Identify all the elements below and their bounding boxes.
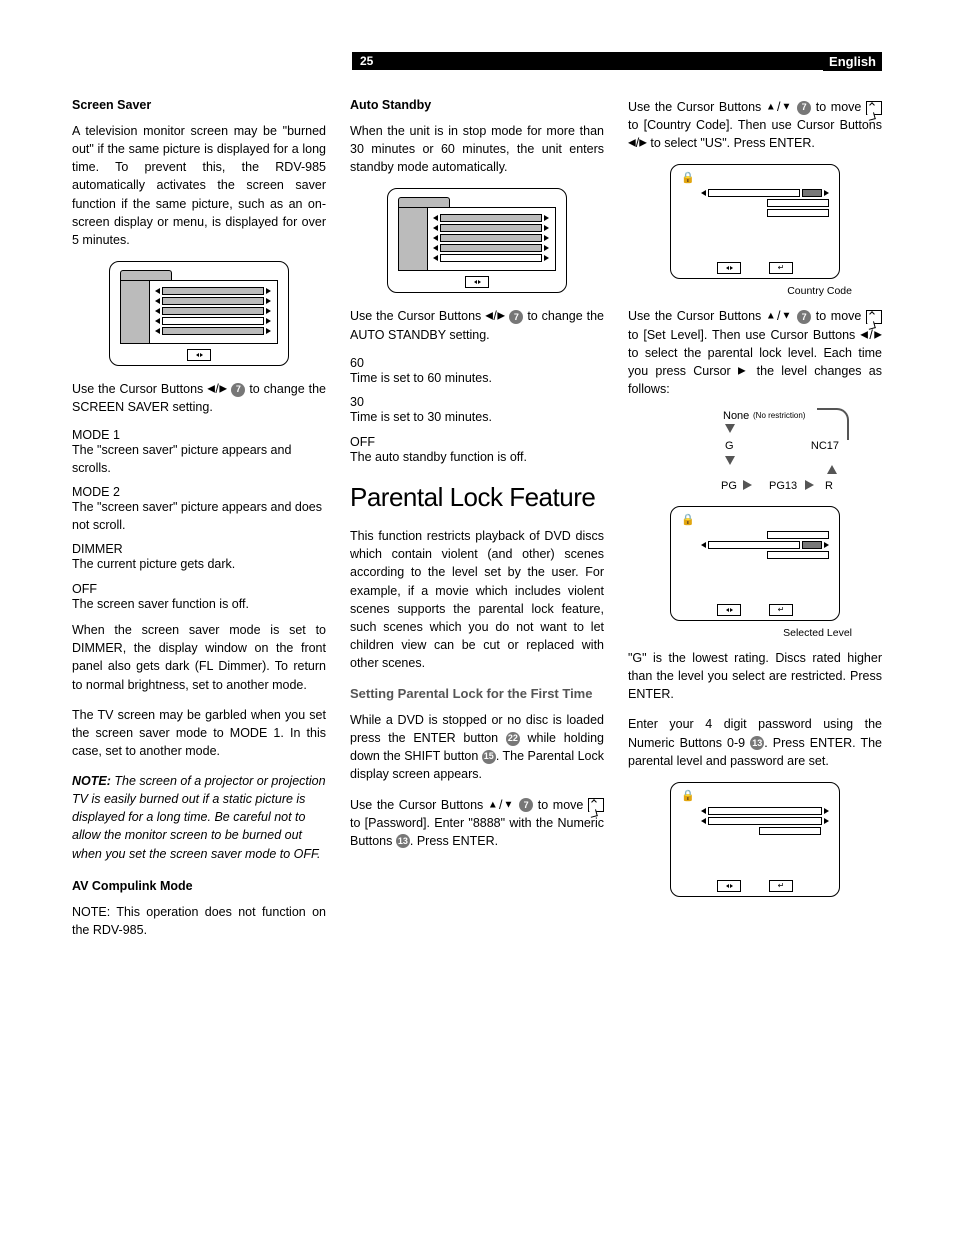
- auto-standby-cursor-instr: Use the Cursor Buttons ◀/▶ 7 to change t…: [350, 307, 604, 343]
- mode1-desc: The "screen saver" picture appears and s…: [72, 442, 326, 477]
- password-illustration: 🔒 ↵: [628, 782, 882, 897]
- ref-13-icon: 13: [750, 736, 764, 750]
- left-arrow-icon: ◀: [860, 329, 869, 340]
- opt30-label: 30: [350, 395, 604, 409]
- column-1: Screen Saver A television monitor screen…: [72, 98, 326, 951]
- right-arrow-icon: ▶: [219, 383, 228, 394]
- up-arrow-icon: ▲: [766, 311, 777, 322]
- parental-lock-title: Parental Lock Feature: [350, 482, 604, 513]
- column-3: Use the Cursor Buttons ▲/▼ 7 to move to …: [628, 98, 882, 951]
- mode2-desc: The "screen saver" picture appears and d…: [72, 499, 326, 534]
- g-lowest-paragraph: "G" is the lowest rating. Discs rated hi…: [628, 649, 882, 703]
- ref-7-icon: 7: [797, 101, 811, 115]
- first-time-p1: While a DVD is stopped or no disc is loa…: [350, 711, 604, 784]
- av-compulink-body: NOTE: This operation does not function o…: [72, 903, 326, 939]
- mode1-label: MODE 1: [72, 428, 326, 442]
- down-arrow-icon: ▼: [780, 101, 792, 112]
- password-paragraph: Enter your 4 digit password using the Nu…: [628, 715, 882, 769]
- off-label: OFF: [72, 582, 326, 596]
- left-arrow-icon: ◀: [207, 383, 215, 394]
- column-2: Auto Standby When the unit is in stop mo…: [350, 98, 604, 951]
- ref-22-icon: 22: [506, 732, 520, 746]
- country-code-instr: Use the Cursor Buttons ▲/▼ 7 to move to …: [628, 98, 882, 152]
- screen-saver-illustration: [72, 261, 326, 366]
- auto-standby-heading: Auto Standby: [350, 98, 604, 112]
- dimmer-desc: The current picture gets dark.: [72, 556, 326, 574]
- down-arrow-icon: ▼: [780, 311, 792, 322]
- lock-icon: 🔒: [681, 789, 695, 802]
- optoff-desc: The auto standby function is off.: [350, 449, 604, 467]
- right-arrow-icon: ▶: [639, 138, 647, 149]
- rating-cycle-diagram: None (No restriction) G NC17 PG PG13 R: [665, 410, 845, 492]
- dimmer-paragraph: When the screen saver mode is set to DIM…: [72, 621, 326, 694]
- ref-7-icon: 7: [231, 383, 245, 397]
- screen-saver-note: NOTE: The screen of a projector or proje…: [72, 772, 326, 863]
- ref-7-icon: 7: [519, 798, 533, 812]
- left-arrow-icon: ◀: [628, 138, 636, 149]
- cursor-pointer-icon: [866, 101, 882, 115]
- lock-icon: 🔒: [681, 171, 695, 184]
- first-time-p2: Use the Cursor Buttons ▲/▼ 7 to move to …: [350, 796, 604, 850]
- up-arrow-icon: ▲: [488, 799, 499, 810]
- opt60-desc: Time is set to 60 minutes.: [350, 370, 604, 388]
- selected-level-caption: Selected Level: [628, 627, 852, 639]
- cursor-pointer-icon: [866, 310, 882, 324]
- screen-saver-intro: A television monitor screen may be "burn…: [72, 122, 326, 249]
- screen-saver-cursor-instr: Use the Cursor Buttons ◀/▶ 7 to change t…: [72, 380, 326, 416]
- language-label: English: [823, 52, 882, 71]
- right-arrow-icon: ▶: [873, 329, 882, 340]
- cursor-pointer-icon: [588, 798, 604, 812]
- dimmer-label: DIMMER: [72, 542, 326, 556]
- opt60-label: 60: [350, 356, 604, 370]
- set-level-instr: Use the Cursor Buttons ▲/▼ 7 to move to …: [628, 307, 882, 398]
- right-arrow-icon: ▶: [497, 311, 506, 322]
- right-arrow-icon: ▶: [738, 365, 749, 376]
- lock-icon: 🔒: [681, 513, 695, 526]
- screen-saver-heading: Screen Saver: [72, 98, 326, 112]
- country-code-caption: Country Code: [628, 285, 852, 297]
- ref-7-icon: 7: [509, 310, 523, 324]
- ref-15-icon: 15: [482, 750, 496, 764]
- country-code-illustration: 🔒 ↵: [628, 164, 882, 279]
- up-arrow-icon: ▲: [766, 101, 777, 112]
- av-compulink-heading: AV Compulink Mode: [72, 879, 326, 893]
- mode2-label: MODE 2: [72, 485, 326, 499]
- selected-level-illustration: 🔒 ↵: [628, 506, 882, 621]
- ref-7-icon: 7: [797, 310, 811, 324]
- opt30-desc: Time is set to 30 minutes.: [350, 409, 604, 427]
- garbled-paragraph: The TV screen may be garbled when you se…: [72, 706, 326, 760]
- parental-lock-intro: This function restricts playback of DVD …: [350, 527, 604, 672]
- page-number: 25: [352, 52, 381, 70]
- optoff-label: OFF: [350, 435, 604, 449]
- auto-standby-illustration: [350, 188, 604, 293]
- left-arrow-icon: ◀: [485, 311, 493, 322]
- page-header: 25 English: [72, 52, 882, 70]
- auto-standby-intro: When the unit is in stop mode for more t…: [350, 122, 604, 176]
- ref-13-icon: 13: [396, 834, 410, 848]
- first-time-heading: Setting Parental Lock for the First Time: [350, 686, 604, 703]
- down-arrow-icon: ▼: [502, 799, 514, 810]
- off-desc: The screen saver function is off.: [72, 596, 326, 614]
